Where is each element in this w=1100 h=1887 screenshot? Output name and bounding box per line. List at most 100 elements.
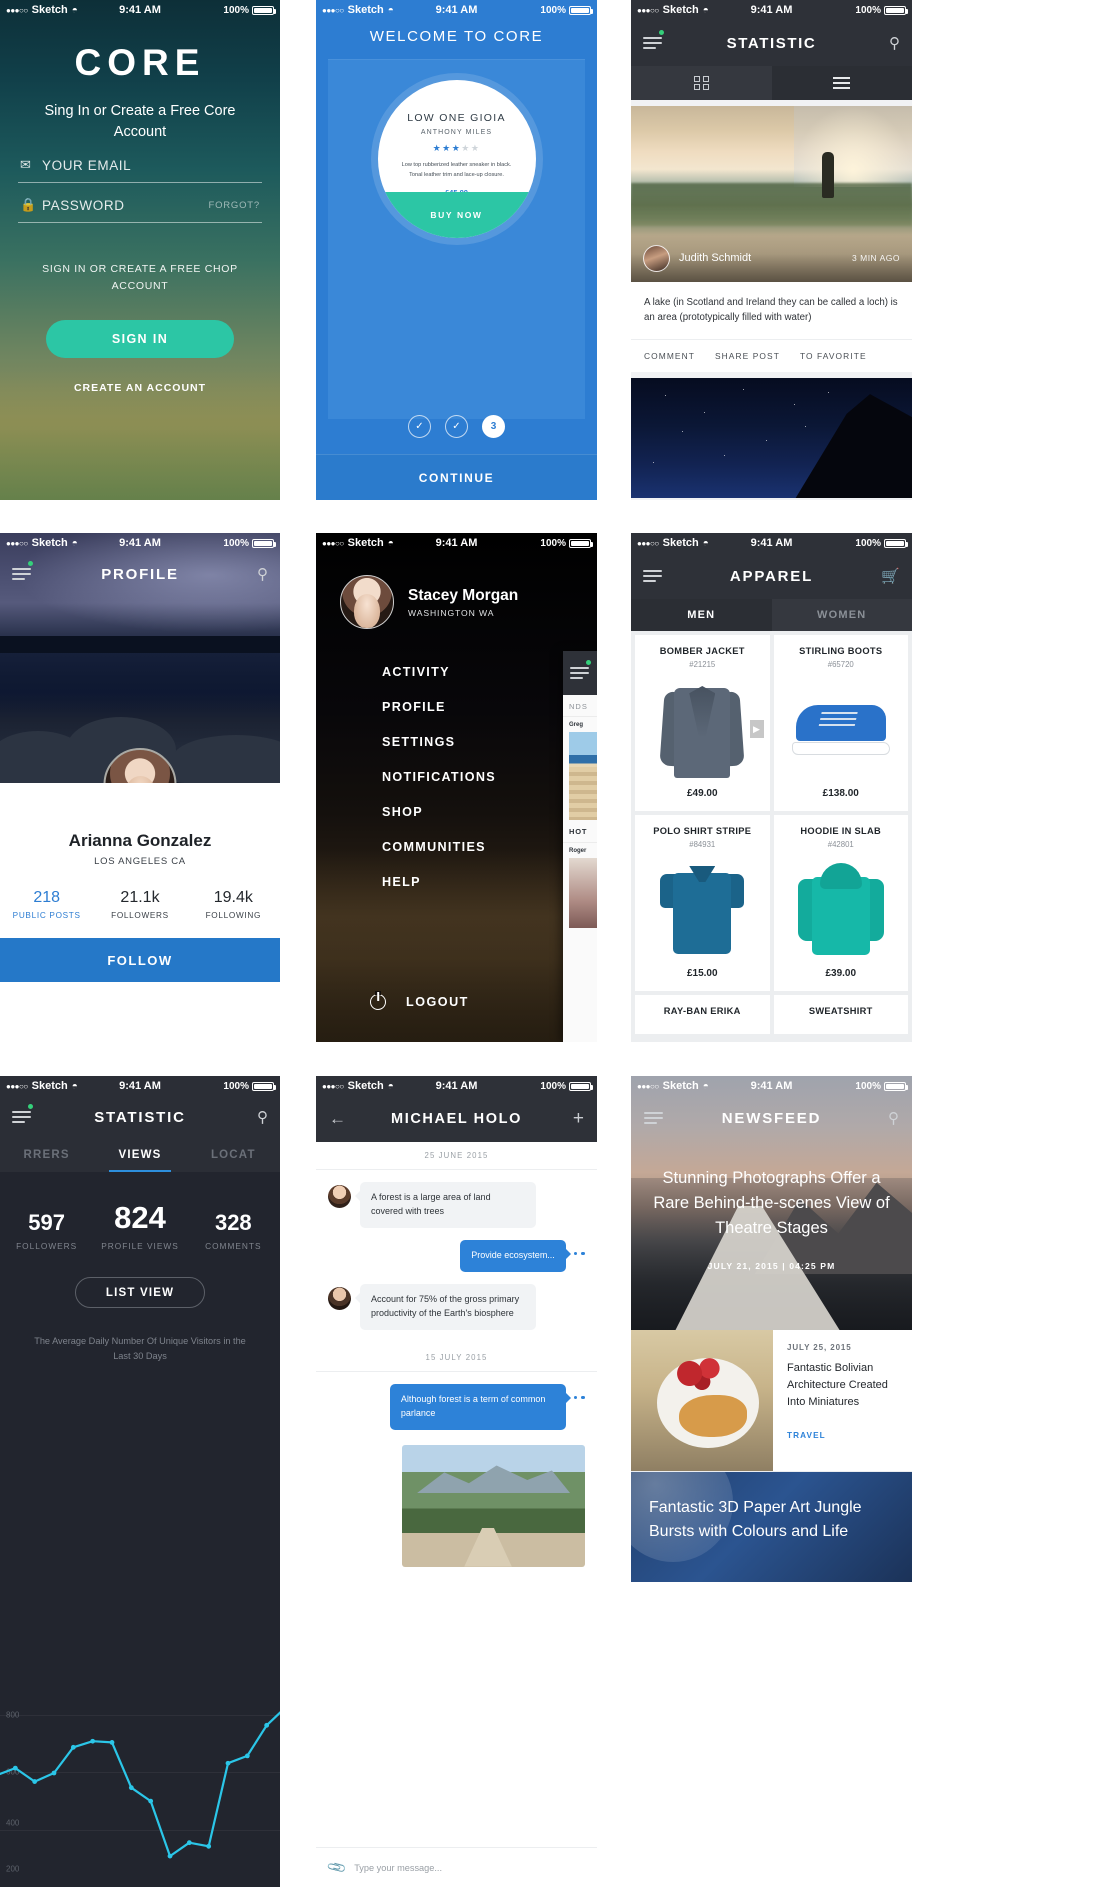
paperclip-icon[interactable]: 📎 [326,1856,348,1878]
peek-panel[interactable]: NDS Greg HOT Roger [563,651,597,1042]
product-card-stirling-boots[interactable]: STIRLING BOOTS #65720 £138.00 [773,635,908,811]
stat-public-posts[interactable]: 218 PUBLIC POSTS [0,889,93,920]
password-placeholder: PASSWORD [42,197,125,213]
chat-root: ●●●○○ Sketch ◓ 9:41 AM 100% ← MICHAEL HO… [316,1076,597,1887]
hamburger-icon[interactable] [644,1109,663,1128]
lock-icon: 🔒 [20,197,37,213]
password-field[interactable]: 🔒 PASSWORD FORGOT? [18,197,262,224]
feed-navbar: STATISTIC ⚲ [631,20,912,66]
ui-kit-board: ●●●○○ Sketch ◓ 9:41 AM 100% CORE Sing In… [0,0,1100,1887]
battery-icon [252,538,276,548]
follow-button[interactable]: FOLLOW [0,938,280,982]
avatar [328,1185,351,1208]
product-card-ray-ban-erika[interactable]: RAY-BAN ERIKA [635,995,770,1034]
metric-label: COMMENTS [205,1241,262,1251]
feed-post-2-photo[interactable] [631,378,912,499]
tab-locations[interactable]: LOCAT [187,1149,280,1161]
email-placeholder: YOUR EMAIL [42,157,132,173]
search-icon[interactable]: ⚲ [888,1109,899,1127]
tab-views[interactable]: VIEWS [93,1149,186,1161]
page-title: STATISTIC [726,34,817,52]
hamburger-icon[interactable] [643,567,662,586]
chat-input-bar[interactable]: 📎 Type your message... [316,1847,597,1887]
treeline [0,635,280,653]
page-title: APPAREL [729,567,814,585]
plus-icon[interactable]: + [573,1108,584,1130]
product-image [641,856,764,962]
stat-followers[interactable]: 21.1k FOLLOWERS [93,889,186,920]
avatar [328,1286,351,1310]
hero-meta: JULY 21, 2015 | 04:25 PM [707,1261,836,1271]
tab-referrers[interactable]: RRERS [0,1149,93,1161]
stat-label: FOLLOWERS [111,911,169,920]
login-subtitle: Sing In or Create a Free Core Account [44,103,236,141]
screen-apparel: ●●●○○ Sketch ◓ 9:41 AM 100% APPAREL 🛒 ME… [631,533,912,1042]
news-card[interactable]: JULY 25, 2015 Fantastic Bolivian Archite… [631,1330,912,1472]
message-input-placeholder[interactable]: Type your message... [354,1863,442,1873]
logout-button[interactable]: LOGOUT [370,994,469,1010]
chat-message-image[interactable] [328,1442,585,1567]
search-icon[interactable]: ⚲ [889,34,900,52]
peek-author-1: Greg [569,722,584,728]
sign-in-button[interactable]: SIGN IN [46,319,234,358]
search-icon[interactable]: ⚲ [257,1108,268,1126]
product-sku: #42801 [827,840,854,849]
grid-view-icon [694,75,709,91]
back-arrow-icon[interactable]: ← [329,1109,346,1129]
pager-dot-1[interactable]: ✓ [408,415,431,438]
status-bar: ●●●○○ Sketch ◓ 9:41 AM 100% [631,0,912,20]
cart-icon[interactable]: 🛒 [881,567,900,585]
news-card-tag[interactable]: TRAVEL [787,1431,899,1440]
status-bar: ●●●○○ Sketch ◓ 9:41 AM 100% [316,1076,597,1096]
email-field[interactable]: ✉ YOUR EMAIL [18,157,262,184]
list-view-button[interactable]: LIST VIEW [75,1277,205,1308]
share-post-button[interactable]: SHARE POST [715,351,780,361]
tab-men[interactable]: MEN [631,599,772,631]
continue-button[interactable]: CONTINUE [316,454,597,500]
tab-grid-view[interactable] [631,66,772,100]
chart-plot [0,1711,280,1859]
screen-statistic-chart: ●●●○○ Sketch ◓ 9:41 AM 100% STATISTIC ⚲ [0,1076,280,1887]
product-image [780,856,903,962]
tab-women[interactable]: WOMEN [772,599,913,631]
favorite-button[interactable]: TO FAVORITE [800,351,867,361]
post-photo[interactable]: Judith Schmidt 3 MIN AGO [631,106,912,282]
clock-label: 9:41 AM [435,1080,478,1092]
next-product-arrow-icon[interactable]: ▶ [749,720,764,738]
product-card-bomber-jacket[interactable]: BOMBER JACKET #21215 ▶ £49.00 [635,635,770,811]
news-card-secondary[interactable]: Fantastic 3D Paper Art Jungle Bursts wit… [631,1472,912,1582]
pager-dot-3[interactable]: 3 [482,415,505,438]
product-card-hoodie-in-slab[interactable]: HOODIE IN SLAB #42801 £39.00 [773,815,908,991]
chat-message-in-2: Account for 75% of the gross primary pro… [328,1283,585,1330]
pager-dot-2[interactable]: ✓ [445,415,468,438]
search-icon[interactable]: ⚲ [257,565,268,583]
menu-user-block[interactable]: Stacey Morgan WASHINGTON WA [316,553,597,629]
product-name: BOMBER JACKET [659,646,745,656]
hamburger-icon[interactable] [12,560,33,584]
message-status-dots-icon [573,1395,585,1400]
hamburger-icon[interactable] [12,1103,33,1127]
forgot-password-link[interactable]: FORGOT? [208,200,260,211]
product-grid: BOMBER JACKET #21215 ▶ £49.00 STIRLING B… [631,631,912,995]
news-hero[interactable]: ●●●○○ Sketch ◓ 9:41 AM 100% NEWSFEED ⚲ S… [631,1076,912,1330]
message-status-dots-icon [573,1251,585,1256]
product-card-polo-shirt-stripe[interactable]: POLO SHIRT STRIPE #84931 £15.00 [635,815,770,991]
product-card-sweatshirt[interactable]: SWEATSHIRT [773,995,908,1034]
stars-empty-icon: ★★ [461,143,481,153]
buy-now-button[interactable]: BUY NOW [377,192,536,238]
clock-label: 9:41 AM [435,537,478,549]
metric-label: PROFILE VIEWS [101,1241,179,1251]
create-account-link[interactable]: CREATE AN ACCOUNT [18,382,262,394]
hamburger-icon[interactable] [570,659,591,683]
status-bar: ●●●○○ Sketch ◓ 9:41 AM 100% [631,533,912,553]
stat-following[interactable]: 19.4k FOLLOWING [187,889,280,920]
comment-button[interactable]: COMMENT [644,351,695,361]
menu-root: ●●●○○ Sketch ◓ 9:41 AM 100% Stacey Morga… [316,533,597,1042]
tab-list-view[interactable] [771,66,912,100]
battery-icon [569,538,593,548]
stat-tabs: RRERS VIEWS LOCAT [0,1138,280,1172]
product-author: ANTHONY MILES [420,129,493,136]
hamburger-icon[interactable] [643,29,664,53]
onboarding-pager: ✓ ✓ 3 [316,415,597,438]
rating-stars: ★★★★★ [433,143,481,154]
